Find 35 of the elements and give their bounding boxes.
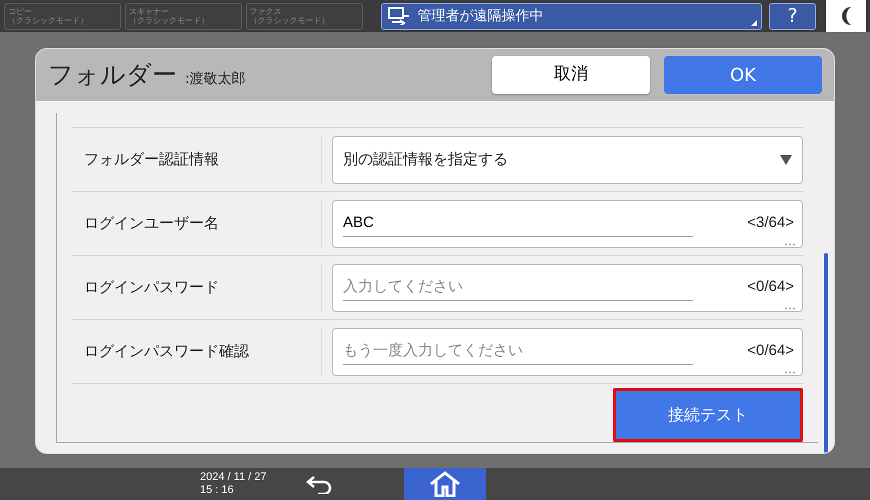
remote-screen-icon: [388, 7, 410, 25]
field-label: ログインパスワード確認: [72, 328, 322, 376]
input-field[interactable]: ABC <3/64>: [332, 200, 803, 248]
ok-button[interactable]: OK: [664, 56, 822, 94]
character-counter: <3/64>: [747, 213, 794, 234]
dialog-subtitle: :渡敬太郎: [185, 70, 246, 88]
more-icon: [784, 370, 796, 374]
field-label: ログインパスワード: [72, 264, 322, 312]
character-counter: <0/64>: [747, 341, 794, 362]
time-text: 15 : 16: [200, 484, 235, 497]
field-label: ログインユーザー名: [72, 200, 322, 248]
more-icon: [784, 306, 796, 310]
input-field[interactable]: 入力してください <0/64>: [332, 264, 803, 312]
status-bar[interactable]: 管理者が遠隔操作中: [380, 2, 762, 30]
date-text: 2024 / 11 / 27: [200, 471, 266, 484]
corner-icon: [750, 20, 757, 26]
status-text: 管理者が遠隔操作中: [418, 6, 544, 26]
connection-test-button[interactable]: 接続テスト: [613, 388, 803, 442]
more-icon: [784, 242, 796, 246]
text-input[interactable]: ABC: [343, 210, 693, 238]
home-icon: [429, 471, 462, 497]
dialog-title: フォルダー: [48, 59, 177, 92]
input-field[interactable]: もう一度入力してください <0/64>: [332, 328, 803, 376]
character-counter: <0/64>: [747, 277, 794, 298]
help-button[interactable]: ?: [768, 2, 816, 30]
cancel-button[interactable]: 取消: [492, 56, 650, 94]
home-button[interactable]: [404, 468, 486, 500]
sleep-button[interactable]: [826, 0, 866, 32]
dropdown-value: 別の認証情報を指定する: [343, 149, 508, 170]
dropdown[interactable]: 別の認証情報を指定する: [332, 136, 803, 184]
text-input[interactable]: もう一度入力してください: [343, 338, 693, 366]
text-input[interactable]: 入力してください: [343, 274, 693, 302]
moon-icon: [840, 6, 852, 26]
dropdown-arrow-icon: [780, 154, 792, 164]
field-label: フォルダー認証情報: [72, 136, 322, 184]
